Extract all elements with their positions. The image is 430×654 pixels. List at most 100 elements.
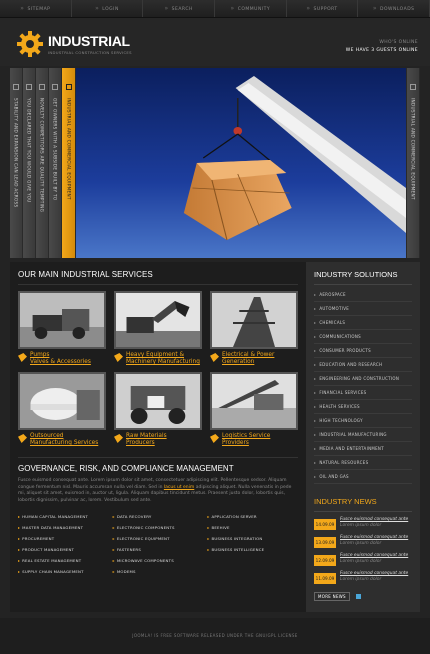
tab-icon	[410, 84, 416, 90]
list-item[interactable]: ELECTRONIC COMPONENTS	[113, 522, 204, 533]
list-item[interactable]: REAL ESTATE MANAGEMENT	[18, 555, 109, 566]
list-item[interactable]: ELECTRONIC EQUIPMENT	[113, 533, 204, 544]
list-item[interactable]: FASTENERS	[113, 544, 204, 555]
hero-tab-3[interactable]: NOVELTY COMPETITORS ARE QUALITY TEMPTING	[36, 68, 49, 258]
list-item[interactable]: PRODUCT MANAGEMENT	[18, 544, 109, 555]
tag-icon	[210, 353, 219, 362]
list-column-2: DATA RECOVERY ELECTRONIC COMPONENTS ELEC…	[113, 511, 204, 577]
news-link[interactable]: Fusce euismod consequat ante	[340, 535, 408, 541]
guests-count: WE HAVE 3 GUESTS ONLINE	[345, 48, 418, 53]
news-summary: Lorem ipsum dolor	[340, 540, 382, 546]
solution-item[interactable]: CONSUMER PRODUCTS	[314, 344, 412, 358]
solution-item[interactable]: COMMUNICATIONS	[314, 330, 412, 344]
solution-item[interactable]: HIGH TECHNOLOGY	[314, 414, 412, 428]
list-item[interactable]: HUMAN CAPITAL MANAGEMENT	[18, 511, 109, 522]
more-news-row: MORE NEWS	[314, 592, 412, 601]
main-content: OUR MAIN INDUSTRIAL SERVICES Pumps Valves…	[10, 262, 420, 612]
nav-community[interactable]: » COMMUNITY	[215, 0, 287, 17]
tab-icon	[52, 84, 58, 90]
list-item[interactable]: BUSINESS INTEGRATION	[207, 533, 298, 544]
solution-item[interactable]: HEALTH SERVICES	[314, 400, 412, 414]
nav-downloads[interactable]: » DOWNLOADS	[358, 0, 430, 17]
solution-item[interactable]: ENGINEERING AND CONSTRUCTION	[314, 372, 412, 386]
news-link[interactable]: Fusce euismod consequat ante	[340, 571, 408, 577]
chevron-icon: »	[230, 5, 235, 12]
solutions-title: INDUSTRY SOLUTIONS	[314, 270, 412, 285]
news-summary: Lorem ipsum dolor	[340, 558, 382, 564]
news-title: INDUSTRY NEWS	[314, 497, 412, 512]
solution-item[interactable]: AUTOMOTIVE	[314, 302, 412, 316]
hero-tab-5-active[interactable]: INDUSTRIAL AND COMMERCIAL EQUIPMENT	[62, 68, 76, 258]
news-item: 11.09.09 Fusce euismod consequat ante Lor…	[314, 571, 412, 584]
whos-online-title: WHO'S ONLINE	[379, 40, 418, 45]
tab-icon	[39, 84, 45, 90]
solution-item[interactable]: AEROSPACE	[314, 288, 412, 302]
chevron-icon: »	[372, 5, 377, 12]
list-item[interactable]: BEEHIVE	[207, 522, 298, 533]
service-card-outsourced[interactable]: Outsourced Manufacturing Services	[18, 372, 106, 447]
service-image[interactable]	[114, 291, 202, 349]
sidebar: INDUSTRY SOLUTIONS AEROSPACE AUTOMOTIVE …	[306, 262, 420, 612]
service-image[interactable]	[18, 372, 106, 430]
nav-support[interactable]: » SUPPORT	[287, 0, 359, 17]
list-column-1: HUMAN CAPITAL MANAGEMENT MASTER DATA MAN…	[18, 511, 109, 577]
list-item[interactable]: DATA RECOVERY	[113, 511, 204, 522]
crane-illustration	[183, 76, 406, 241]
service-image[interactable]	[210, 372, 298, 430]
list-item[interactable]: BUSINESS INTELLIGENCE	[207, 544, 298, 555]
solution-item[interactable]: CHEMICALS	[314, 316, 412, 330]
more-news-button[interactable]: MORE NEWS	[314, 592, 350, 601]
nav-sitemap[interactable]: » SITEMAP	[0, 0, 72, 17]
service-card-heavy-equipment[interactable]: Heavy Equipment & Machinery Manufacturing	[114, 291, 202, 366]
top-navigation: » SITEMAP » LOGIN » SEARCH » COMMUNITY » SUPP…	[0, 0, 430, 18]
hero-tab-1[interactable]: STABILITY AND EXPANSION CAN LEAD ACROSS	[10, 68, 23, 258]
chevron-icon: »	[306, 5, 311, 12]
nav-login[interactable]: » LOGIN	[72, 0, 144, 17]
list-item[interactable]: PROCUREMENT	[18, 533, 109, 544]
news-date: 11.09.09	[314, 573, 336, 584]
site-logo[interactable]: INDUSTRIAL INDUSTRIAL CONSTRUCTION SERVI…	[16, 30, 132, 58]
hero-tab-4[interactable]: GET OWNERS WITH A SUBSIDE BUILT BY TO	[49, 68, 62, 258]
governance-link[interactable]: lacus ut enim	[164, 485, 194, 490]
list-item[interactable]: SUPPLY CHAIN MANAGEMENT	[18, 566, 109, 577]
solution-item[interactable]: MEDIA AND ENTERTAINMENT	[314, 442, 412, 456]
tab-icon	[13, 84, 19, 90]
rss-icon[interactable]	[355, 594, 361, 599]
solution-item[interactable]: NATURAL RESOURCES	[314, 456, 412, 470]
list-item[interactable]: MASTER DATA MANAGEMENT	[18, 522, 109, 533]
solution-item[interactable]: INDUSTRIAL MANUFACTURING	[314, 428, 412, 442]
tag-icon	[114, 434, 123, 443]
news-link[interactable]: Fusce euismod consequat ante	[340, 517, 408, 523]
service-card-raw-materials[interactable]: Raw Materials Producers	[114, 372, 202, 447]
news-summary: Lorem ipsum dolor	[340, 522, 382, 528]
hero-slider: STABILITY AND EXPANSION CAN LEAD ACROSS …	[10, 68, 420, 258]
service-image[interactable]	[18, 291, 106, 349]
site-header: INDUSTRIAL INDUSTRIAL CONSTRUCTION SERVI…	[0, 18, 430, 66]
list-item[interactable]: MICROWAVE COMPONENTS	[113, 555, 204, 566]
news-item: 14.09.09 Fusce euismod consequat ante Lor…	[314, 517, 412, 530]
solution-item[interactable]: FINANCIAL SERVICES	[314, 386, 412, 400]
nav-search[interactable]: » SEARCH	[143, 0, 216, 17]
tag-icon	[114, 353, 123, 362]
list-item[interactable]: MODEMS	[113, 566, 204, 577]
service-image[interactable]	[114, 372, 202, 430]
service-image[interactable]	[210, 291, 298, 349]
service-card-logistics[interactable]: Logistics Service Providers	[210, 372, 298, 447]
solutions-list: AEROSPACE AUTOMOTIVE CHEMICALS COMMUNICA…	[314, 288, 412, 484]
service-card-electrical-power[interactable]: Electrical & Power Generation	[210, 291, 298, 366]
services-title: OUR MAIN INDUSTRIAL SERVICES	[18, 270, 298, 285]
tag-icon	[18, 434, 27, 443]
tag-icon	[210, 434, 219, 443]
news-link[interactable]: Fusce euismod consequat ante	[340, 553, 408, 559]
hero-tab-2[interactable]: YOU DECLARED THAT YOU WOULD GIVE YOU	[23, 68, 36, 258]
solution-item[interactable]: OIL AND GAS	[314, 470, 412, 484]
solution-item[interactable]: EDUCATION AND RESEARCH	[314, 358, 412, 372]
news-date: 13.09.09	[314, 537, 336, 548]
hero-tab-right[interactable]: INDUSTRIAL AND COMMERCIAL EQUIPMENT	[406, 68, 420, 258]
service-card-pumps[interactable]: Pumps Valves & Accessories	[18, 291, 106, 366]
chevron-icon: »	[95, 5, 100, 12]
news-summary: Lorem ipsum dolor	[340, 576, 382, 582]
logo-tagline: INDUSTRIAL CONSTRUCTION SERVICES	[48, 50, 132, 55]
news-item: 13.09.09 Fusce euismod consequat ante Lor…	[314, 535, 412, 548]
list-item[interactable]: APPLICATION SERVER	[207, 511, 298, 522]
